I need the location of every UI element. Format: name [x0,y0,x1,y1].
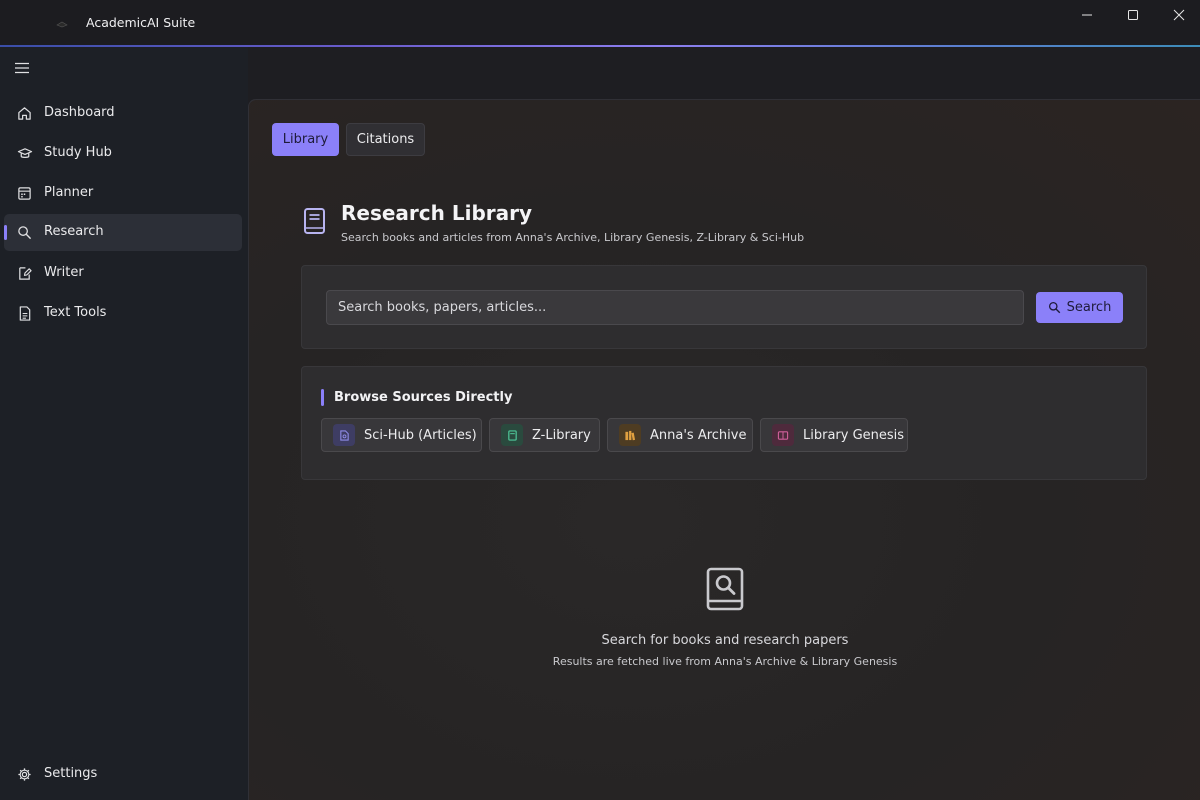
sidebar-item-label: Settings [44,766,98,781]
source-label: Sci-Hub (Articles) [364,427,477,443]
books-stack-icon [619,424,641,446]
sidebar-item-settings[interactable]: Settings [4,756,242,793]
page-title: Research Library [341,201,533,225]
empty-state-title: Search for books and research papers [601,633,849,648]
title-bar: AcademicAI Suite [0,0,1200,46]
sidebar-item-planner[interactable]: Planner [4,175,242,212]
source-z-library-button[interactable]: Z-Library [489,418,600,452]
search-input[interactable] [326,290,1024,325]
search-card: Search [301,265,1147,349]
book-icon [304,208,325,234]
search-icon [1048,301,1060,314]
sidebar-item-text-tools[interactable]: Text Tools [4,295,242,332]
sidebar-item-label: Planner [44,185,94,200]
sidebar-item-label: Dashboard [44,105,115,120]
sidebar-item-dashboard[interactable]: Dashboard [4,95,242,132]
search-button[interactable]: Search [1036,292,1123,323]
calendar-icon [16,185,33,202]
sidebar-item-label: Text Tools [44,305,107,320]
sidebar-item-label: Writer [44,265,84,280]
source-library-genesis-button[interactable]: Library Genesis [760,418,908,452]
pen-icon [16,265,33,282]
empty-state-subtitle: Results are fetched live from Anna's Arc… [552,655,898,668]
sidebar-item-writer[interactable]: Writer [4,255,242,292]
sidebar-item-research[interactable]: Research [4,214,242,251]
tab-library[interactable]: Library [272,123,339,156]
sidebar: Dashboard Study Hub Planner Research Wri… [0,47,248,800]
main-panel: Library Citations Research Library Searc… [248,99,1200,800]
graduation-cap-icon [16,145,33,162]
search-icon [16,224,33,241]
close-button[interactable] [1156,0,1200,30]
maximize-button[interactable] [1110,0,1156,30]
minimize-icon [1082,14,1092,16]
source-label: Anna's Archive [650,427,747,443]
sci-hub-icon [333,424,355,446]
open-book-icon [772,424,794,446]
maximize-icon [1128,10,1138,20]
home-icon [16,105,33,122]
document-icon [16,305,33,322]
source-label: Z-Library [532,427,591,443]
sidebar-item-label: Study Hub [44,145,112,160]
sidebar-item-label: Research [44,224,104,239]
z-library-icon [501,424,523,446]
gear-icon [16,766,33,783]
minimize-button[interactable] [1064,0,1110,30]
book-search-icon [706,567,744,611]
tab-citations[interactable]: Citations [346,123,425,156]
search-button-label: Search [1066,300,1112,315]
close-icon [1173,9,1185,21]
app-logo-icon [56,21,68,28]
heading-accent-bar [321,388,324,406]
sources-heading-text: Browse Sources Directly [334,389,513,405]
sources-heading: Browse Sources Directly [321,388,512,406]
menu-toggle-button[interactable] [8,55,36,81]
source-annas-archive-button[interactable]: Anna's Archive [607,418,753,452]
page-subtitle: Search books and articles from Anna's Ar… [341,231,805,244]
app-title: AcademicAI Suite [86,15,196,30]
sidebar-item-study-hub[interactable]: Study Hub [4,135,242,172]
hamburger-icon [15,62,29,74]
sources-card: Browse Sources Directly Sci-Hub (Article… [301,366,1147,480]
source-sci-hub-button[interactable]: Sci-Hub (Articles) [321,418,482,452]
source-label: Library Genesis [803,427,905,443]
